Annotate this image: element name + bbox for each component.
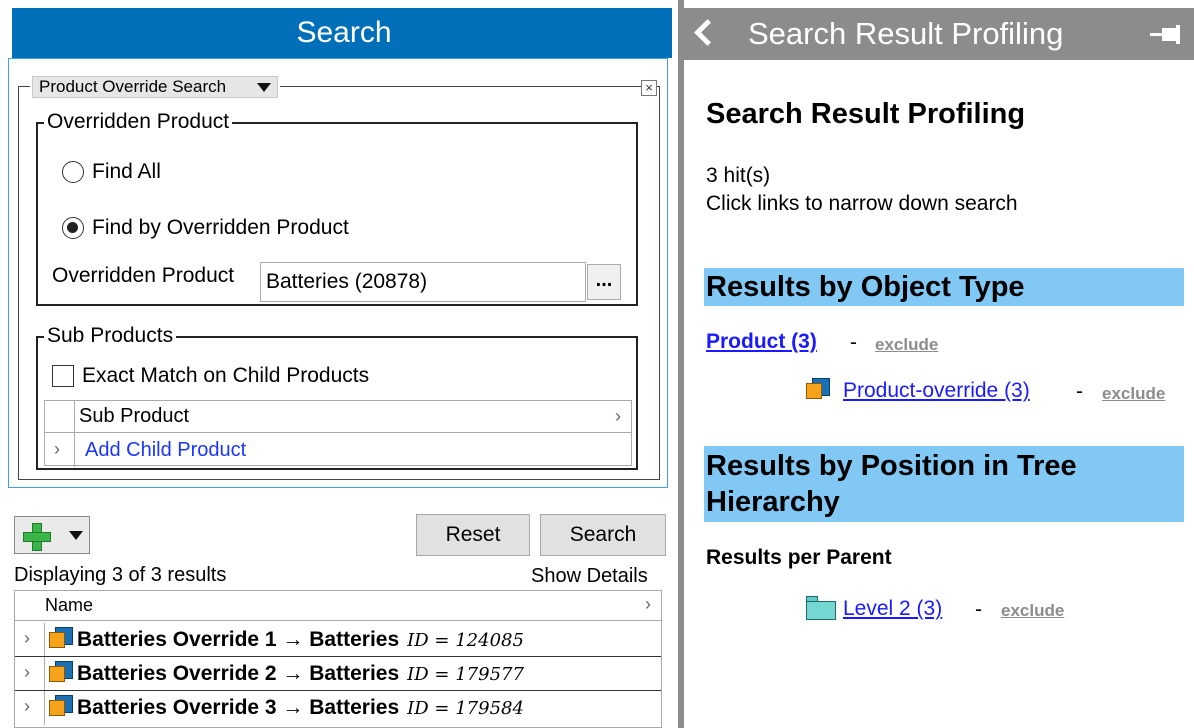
section-tree-line1: Results by Position in Tree bbox=[706, 450, 1077, 482]
add-child-product-link[interactable]: Add Child Product bbox=[85, 439, 246, 462]
result-name-cell: Batteries Override 3 → Batteries ID = 179… bbox=[49, 695, 524, 720]
name-column-header[interactable]: Name bbox=[45, 595, 93, 616]
result-id: ID = 179584 bbox=[407, 698, 524, 719]
product-override-icon bbox=[806, 378, 830, 400]
sub-product-grid: Sub Product › › Add Child Product bbox=[44, 400, 632, 467]
section-tree-line2: Hierarchy bbox=[706, 486, 840, 518]
results-per-parent-label: Results per Parent bbox=[706, 546, 892, 569]
exclude-link[interactable]: exclude bbox=[875, 335, 938, 355]
hit-count: 3 hit(s) bbox=[706, 164, 771, 187]
back-chevron-icon[interactable] bbox=[692, 20, 714, 46]
chevron-right-icon[interactable]: › bbox=[24, 662, 30, 683]
exact-match-checkbox-row[interactable]: Exact Match on Child Products bbox=[52, 364, 369, 388]
parent-level-link[interactable]: Level 2 (3) bbox=[843, 597, 942, 621]
row-gutter bbox=[45, 401, 75, 432]
folder-icon bbox=[806, 596, 836, 620]
section-object-type: Results by Object Type bbox=[704, 268, 1184, 306]
pin-icon[interactable] bbox=[1150, 24, 1184, 44]
overridden-product-label: Overridden Product bbox=[52, 264, 235, 287]
separator-dash: - bbox=[1076, 380, 1083, 403]
separator-dash: - bbox=[975, 598, 982, 621]
add-child-row: › Add Child Product bbox=[45, 433, 631, 467]
dropdown-arrow-icon bbox=[69, 531, 83, 540]
profiling-titlebar: Search Result Profiling bbox=[684, 8, 1194, 60]
dropdown-arrow-icon bbox=[257, 83, 271, 92]
narrow-down-hint: Click links to narrow down search bbox=[706, 192, 1018, 215]
exclude-link[interactable]: exclude bbox=[1001, 601, 1064, 621]
results-header-row: Name › bbox=[15, 591, 661, 621]
result-name: Batteries Override 1 → Batteries bbox=[77, 628, 400, 651]
show-details-link[interactable]: Show Details bbox=[531, 565, 648, 588]
overridden-product-field[interactable]: Batteries (20878) bbox=[260, 262, 586, 302]
product-override-icon bbox=[49, 695, 73, 717]
radio-button[interactable] bbox=[62, 161, 84, 183]
chevron-right-icon: › bbox=[54, 439, 60, 459]
radio-find-by-overridden[interactable]: Find by Overridden Product bbox=[62, 216, 349, 240]
table-row[interactable]: › Batteries Override 1 → Batteries ID = 1… bbox=[15, 623, 661, 657]
profiling-panel-title: Search Result Profiling bbox=[748, 16, 1064, 51]
result-name-cell: Batteries Override 2 → Batteries ID = 179… bbox=[49, 661, 524, 686]
panel-splitter[interactable] bbox=[672, 0, 684, 728]
result-id: ID = 124085 bbox=[407, 630, 524, 651]
overridden-product-legend: Overridden Product bbox=[44, 110, 233, 134]
product-override-icon bbox=[49, 661, 73, 683]
search-panel-title: Search bbox=[12, 8, 676, 58]
sub-product-column-header[interactable]: Sub Product bbox=[79, 405, 189, 428]
product-override-type-link[interactable]: Product-override (3) bbox=[843, 379, 1030, 403]
exact-match-checkbox[interactable] bbox=[52, 365, 74, 387]
result-id: ID = 179577 bbox=[407, 664, 524, 685]
section-tree-hierarchy: Results by Position in Tree Hierarchy bbox=[704, 446, 1184, 522]
result-name: Batteries Override 3 → Batteries bbox=[77, 696, 400, 719]
chevron-right-icon[interactable]: › bbox=[645, 594, 651, 615]
separator-dash: - bbox=[850, 331, 857, 354]
profiling-panel: Search Result Profiling Search Result Pr… bbox=[684, 0, 1194, 728]
product-type-link[interactable]: Product (3) bbox=[706, 330, 817, 354]
sub-products-legend: Sub Products bbox=[44, 324, 177, 348]
radio-button[interactable] bbox=[62, 217, 84, 239]
browse-button[interactable]: ... bbox=[587, 264, 621, 300]
results-status: Displaying 3 of 3 results bbox=[14, 564, 227, 586]
row-gutter[interactable]: › bbox=[15, 623, 45, 656]
row-gutter: › bbox=[45, 433, 75, 467]
exact-match-label: Exact Match on Child Products bbox=[82, 364, 370, 387]
chevron-right-icon[interactable]: › bbox=[615, 406, 621, 427]
radio-find-all-label: Find All bbox=[92, 160, 161, 183]
row-gutter[interactable]: › bbox=[15, 657, 45, 690]
row-gutter[interactable]: › bbox=[15, 691, 45, 725]
table-row[interactable]: › Batteries Override 2 → Batteries ID = 1… bbox=[15, 657, 661, 691]
search-button[interactable]: Search bbox=[540, 514, 666, 556]
add-button[interactable] bbox=[14, 516, 90, 554]
results-grid: Name › › Batteries Override 1 → Batterie… bbox=[14, 590, 662, 728]
profiling-heading: Search Result Profiling bbox=[706, 98, 1026, 130]
result-name-cell: Batteries Override 1 → Batteries ID = 124… bbox=[49, 627, 524, 652]
sub-product-header-row: Sub Product › bbox=[45, 401, 631, 433]
search-type-label: Product Override Search bbox=[39, 77, 227, 96]
table-row[interactable]: › Batteries Override 3 → Batteries ID = 1… bbox=[15, 691, 661, 725]
reset-button[interactable]: Reset bbox=[416, 514, 530, 556]
radio-find-all[interactable]: Find All bbox=[62, 160, 161, 184]
chevron-right-icon[interactable]: › bbox=[24, 628, 30, 649]
exclude-link[interactable]: exclude bbox=[1102, 384, 1165, 404]
close-icon[interactable]: × bbox=[641, 80, 657, 96]
chevron-right-icon[interactable]: › bbox=[24, 696, 30, 717]
result-name: Batteries Override 2 → Batteries bbox=[77, 662, 400, 685]
plus-icon bbox=[23, 523, 51, 551]
product-override-icon bbox=[49, 627, 73, 649]
radio-find-by-label: Find by Overridden Product bbox=[92, 216, 349, 239]
search-type-dropdown[interactable]: Product Override Search bbox=[32, 76, 278, 98]
